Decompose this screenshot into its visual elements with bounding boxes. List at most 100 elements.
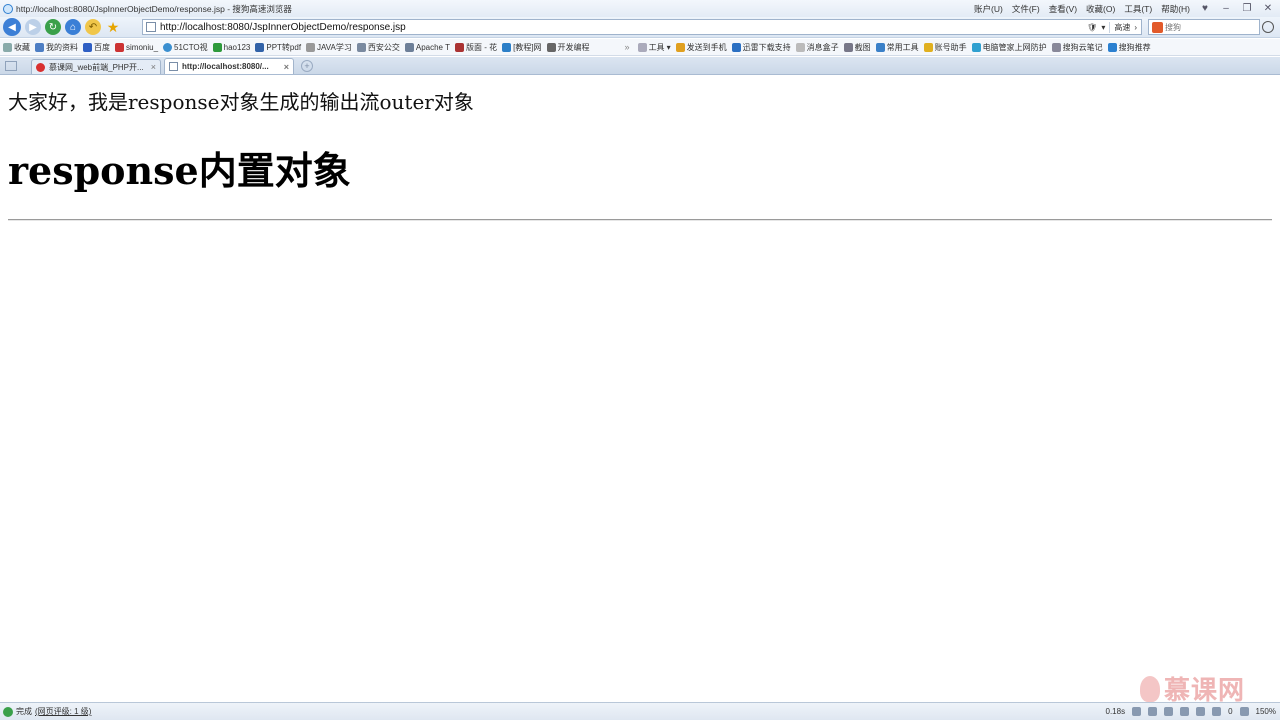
toolbar-send-to-phone[interactable]: 发送到手机 <box>675 42 727 53</box>
dropdown-icon[interactable]: ▾ <box>1101 23 1105 32</box>
toolbar-common-tools[interactable]: 常用工具 <box>875 42 919 53</box>
tab-response-jsp[interactable]: http://localhost:8080/... × <box>164 58 294 74</box>
search-icon[interactable] <box>1262 21 1274 33</box>
bookmark-item[interactable]: 百度 <box>83 42 110 53</box>
page-content: 大家好，我是response对象生成的输出流outer对象 response内置… <box>0 76 1280 702</box>
toolbar-sogou-recommend[interactable]: 搜狗推荐 <box>1107 42 1151 53</box>
favorites-icon <box>3 42 12 52</box>
tab-imooc[interactable]: 慕课网_web前端_PHP开... × <box>31 59 161 74</box>
browser-logo-icon <box>3 3 13 14</box>
menu-help[interactable]: 帮助(H) <box>1161 3 1190 15</box>
bookmark-icon <box>306 42 316 52</box>
menu-file[interactable]: 文件(F) <box>1012 3 1040 15</box>
toolbar-pc-manager[interactable]: 电脑管家上网防护 <box>971 42 1047 53</box>
key-icon <box>923 42 933 52</box>
title-bar: http://localhost:8080/JspInnerObjectDemo… <box>0 0 1280 17</box>
bookmark-icon <box>546 42 556 52</box>
bookmark-item[interactable]: Apache T <box>404 42 450 52</box>
menu-account[interactable]: 账户(U) <box>974 3 1003 15</box>
bookmark-item[interactable]: PPT转pdf <box>255 42 301 53</box>
status-tools: 0.18s 0 150% <box>1106 707 1280 716</box>
bookmark-icon <box>212 42 222 52</box>
output-stream-text: 大家好，我是response对象生成的输出流outer对象 <box>8 90 474 114</box>
window-title: http://localhost:8080/JspInnerObjectDemo… <box>16 3 292 14</box>
tab-favicon-icon <box>169 62 178 71</box>
toolbar-thunder-download[interactable]: 迅雷下载支持 <box>731 42 791 53</box>
forward-button[interactable]: ▶ <box>25 19 41 35</box>
bookmark-item[interactable]: 西安公交 <box>356 42 400 53</box>
menu-bar: 账户(U) 文件(F) 查看(V) 收藏(O) 工具(T) 帮助(H) ♥ – … <box>974 3 1280 15</box>
page-icon[interactable] <box>1196 707 1206 716</box>
bookmark-item[interactable]: 开发编程 <box>546 42 590 53</box>
bookmark-icon <box>163 42 173 52</box>
bookmark-favorites[interactable]: 收藏 <box>3 42 30 53</box>
message-icon <box>795 42 805 52</box>
security-shield-icon[interactable]: 🛡 <box>1087 23 1097 32</box>
tab-bar: 慕课网_web前端_PHP开... × http://localhost:808… <box>0 57 1280 75</box>
bookmark-item[interactable]: 版面 - 花 <box>454 42 497 53</box>
zoom-icon[interactable] <box>1239 707 1249 716</box>
status-text: 完成 <box>16 707 32 716</box>
recommend-icon <box>1107 42 1117 52</box>
wrench-icon <box>875 42 885 52</box>
menu-favorites[interactable]: 收藏(O) <box>1086 3 1115 15</box>
horizontal-rule <box>8 219 1272 221</box>
block-counter: 0 <box>1228 707 1233 716</box>
bookmark-item[interactable]: simoniu_ <box>115 42 158 52</box>
bookmark-icon <box>404 42 414 52</box>
menu-view[interactable]: 查看(V) <box>1049 3 1077 15</box>
close-button[interactable]: ✕ <box>1262 3 1274 14</box>
url-input[interactable] <box>160 21 1088 33</box>
bookmark-item[interactable]: 51CTO视 <box>163 42 208 53</box>
toolbar-screenshot[interactable]: 截图 <box>843 42 871 53</box>
back-button[interactable]: ◀ <box>3 18 21 36</box>
sidebar-toggle-icon[interactable] <box>5 61 17 71</box>
bookmark-item[interactable]: 我的资料 <box>35 42 78 53</box>
bookmark-icon <box>255 42 265 52</box>
note-icon <box>1051 42 1061 52</box>
favorite-star-icon[interactable]: ★ <box>105 19 121 35</box>
bookmarks-bar: 收藏 我的资料 百度 simoniu_ 51CTO视 hao123 PPT转pd… <box>0 39 1280 56</box>
go-chevron-icon[interactable]: › <box>1134 23 1137 32</box>
baidu-icon <box>83 42 92 52</box>
search-box[interactable] <box>1148 19 1260 35</box>
phone-icon <box>675 42 685 52</box>
skin-icon[interactable]: ♥ <box>1199 3 1211 14</box>
undo-close-button[interactable]: ↶ <box>85 19 101 35</box>
speed-mode-button[interactable]: 高速 <box>1109 21 1130 33</box>
tools-icon <box>637 42 647 52</box>
toolbar-tools[interactable]: 工具 ▾ <box>637 42 671 53</box>
bookmark-item[interactable]: hao123 <box>212 42 250 52</box>
minimize-button[interactable]: – <box>1220 3 1232 14</box>
trash-icon[interactable] <box>1180 707 1190 716</box>
tab-close-icon[interactable]: × <box>151 62 156 72</box>
tab-close-icon[interactable]: × <box>284 62 289 72</box>
eye-icon[interactable] <box>1212 707 1222 716</box>
page-heading: response内置对象 <box>8 148 351 193</box>
bookmark-item[interactable]: [教程]网 <box>502 42 542 53</box>
volume-icon[interactable] <box>1164 707 1174 716</box>
refresh-button[interactable]: ↻ <box>45 19 61 35</box>
search-input[interactable] <box>1165 22 1245 32</box>
search-engine-icon[interactable] <box>1152 21 1163 33</box>
zoom-level[interactable]: 150% <box>1256 707 1276 716</box>
new-tab-button[interactable]: + <box>301 60 313 72</box>
toolbar-message-box[interactable]: 消息盒子 <box>795 42 839 53</box>
home-button[interactable]: ⌂ <box>65 19 81 35</box>
bookmark-icon <box>356 42 366 52</box>
menu-tools[interactable]: 工具(T) <box>1124 3 1152 15</box>
screenshot-icon <box>843 42 853 52</box>
done-check-icon <box>3 706 13 717</box>
toolbar-cloud-note[interactable]: 搜狗云笔记 <box>1051 42 1103 53</box>
bookmark-item[interactable]: JAVA学习 <box>306 42 352 53</box>
restore-button[interactable]: ❐ <box>1241 3 1253 14</box>
bookmarks-more-button[interactable]: » <box>625 42 630 52</box>
edit-icon[interactable] <box>1132 707 1142 716</box>
toolbar-account-helper[interactable]: 账号助手 <box>923 42 967 53</box>
shield-icon <box>971 42 981 52</box>
page-rating-link[interactable]: (网页评级: 1 级) <box>35 706 91 717</box>
bookmark-icon <box>115 42 124 52</box>
page-icon <box>146 22 156 32</box>
download-arrow-icon[interactable] <box>1148 707 1158 716</box>
address-bar[interactable]: 🛡 ▾ 高速 › <box>142 19 1142 35</box>
